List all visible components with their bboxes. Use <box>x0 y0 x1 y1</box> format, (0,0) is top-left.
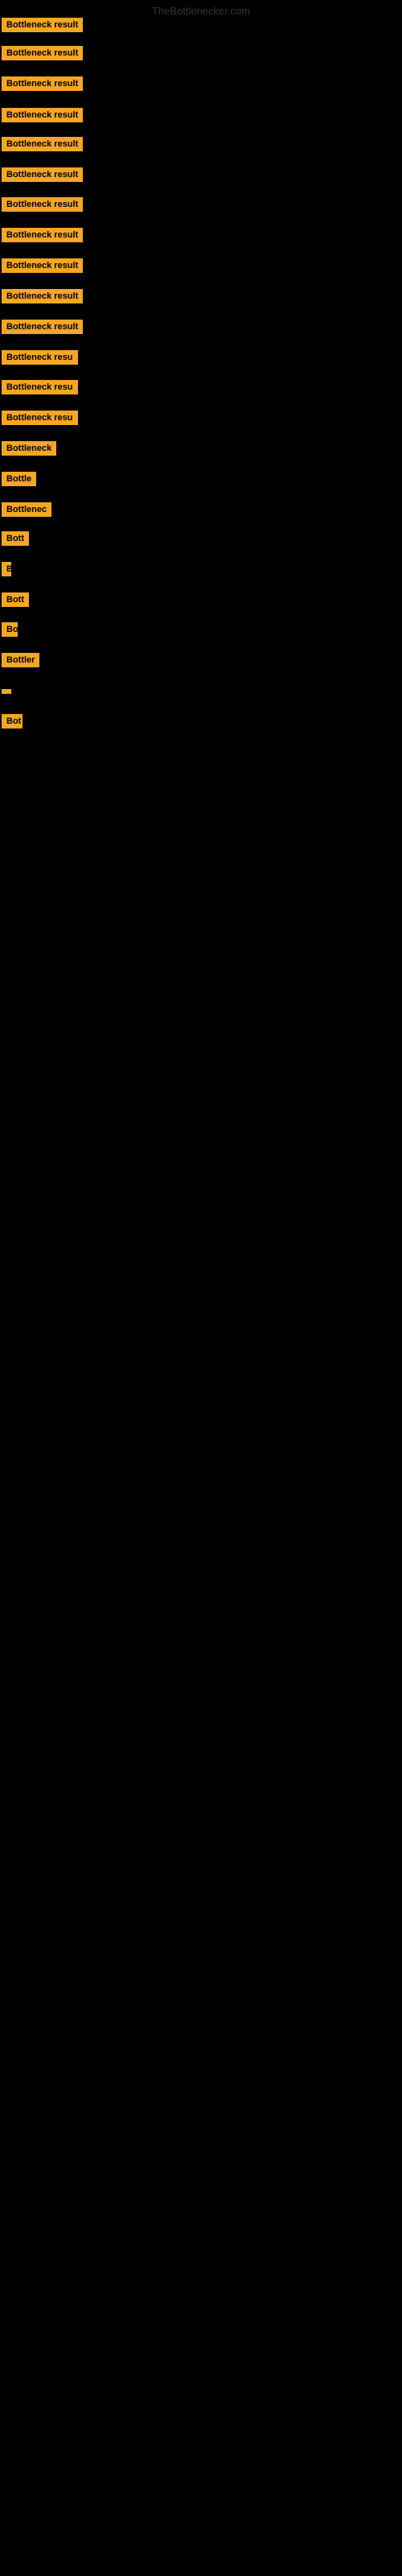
bottleneck-result-badge[interactable]: Bottleneck result <box>2 46 83 60</box>
bottleneck-result-row: Bottle <box>2 472 36 490</box>
bottleneck-result-row: Bottleneck result <box>2 137 83 155</box>
bottleneck-result-row: Bottler <box>2 653 39 671</box>
bottleneck-result-row: Bottlenec <box>2 502 51 521</box>
bottleneck-result-row: Bottleneck result <box>2 76 83 95</box>
bottleneck-result-badge[interactable]: Bott <box>2 592 29 607</box>
bottleneck-result-badge[interactable]: Bottleneck resu <box>2 380 78 394</box>
bottleneck-result-badge[interactable]: Bot <box>2 714 23 729</box>
bottleneck-result-row: Bo <box>2 622 18 641</box>
bottleneck-result-badge[interactable]: Bottleneck resu <box>2 350 78 365</box>
bottleneck-result-row: Bottleneck result <box>2 228 83 246</box>
bottleneck-result-row: Bottleneck <box>2 441 56 460</box>
bottleneck-result-row: Bottleneck result <box>2 46 83 64</box>
bottleneck-result-badge[interactable]: Bottlenec <box>2 502 51 517</box>
bottleneck-result-badge[interactable]: Bottleneck result <box>2 197 83 212</box>
bottleneck-result-badge[interactable]: Bottleneck result <box>2 320 83 334</box>
bottleneck-result-badge[interactable] <box>2 689 11 694</box>
bottleneck-result-row: Bottleneck result <box>2 258 83 277</box>
bottleneck-result-row: Bottleneck result <box>2 289 83 308</box>
bottleneck-result-badge[interactable]: B <box>2 562 11 576</box>
bottleneck-result-badge[interactable]: Bottler <box>2 653 39 667</box>
bottleneck-result-badge[interactable]: Bo <box>2 622 18 637</box>
bottleneck-result-badge[interactable]: Bottleneck result <box>2 167 83 182</box>
bottleneck-result-row: Bott <box>2 592 29 611</box>
bottleneck-result-badge[interactable]: Bottleneck result <box>2 108 83 122</box>
bottleneck-result-badge[interactable]: Bottleneck result <box>2 228 83 242</box>
bottleneck-result-row: Bottleneck result <box>2 320 83 338</box>
bottleneck-result-badge[interactable]: Bottleneck result <box>2 258 83 273</box>
bottleneck-result-badge[interactable]: Bottleneck result <box>2 137 83 151</box>
bottleneck-result-row: Bottleneck result <box>2 167 83 186</box>
bottleneck-result-row: Bottleneck result <box>2 18 83 36</box>
bottleneck-result-row <box>2 683 11 698</box>
bottleneck-result-badge[interactable]: Bottleneck result <box>2 76 83 91</box>
bottleneck-result-row: Bott <box>2 531 29 550</box>
bottleneck-result-row: Bottleneck resu <box>2 411 78 429</box>
site-title: TheBottlenecker.com <box>0 5 402 17</box>
bottleneck-result-badge[interactable]: Bottle <box>2 472 36 486</box>
bottleneck-result-badge[interactable]: Bottleneck resu <box>2 411 78 425</box>
bottleneck-result-badge[interactable]: Bottleneck result <box>2 289 83 303</box>
bottleneck-result-row: B <box>2 562 11 580</box>
bottleneck-result-row: Bottleneck resu <box>2 380 78 398</box>
bottleneck-result-badge[interactable]: Bottleneck result <box>2 18 83 32</box>
bottleneck-result-row: Bottleneck result <box>2 108 83 126</box>
bottleneck-result-badge[interactable]: Bott <box>2 531 29 546</box>
bottleneck-result-row: Bottleneck resu <box>2 350 78 369</box>
bottleneck-result-row: Bottleneck result <box>2 197 83 216</box>
bottleneck-result-badge[interactable]: Bottleneck <box>2 441 56 456</box>
bottleneck-result-row: Bot <box>2 714 23 733</box>
